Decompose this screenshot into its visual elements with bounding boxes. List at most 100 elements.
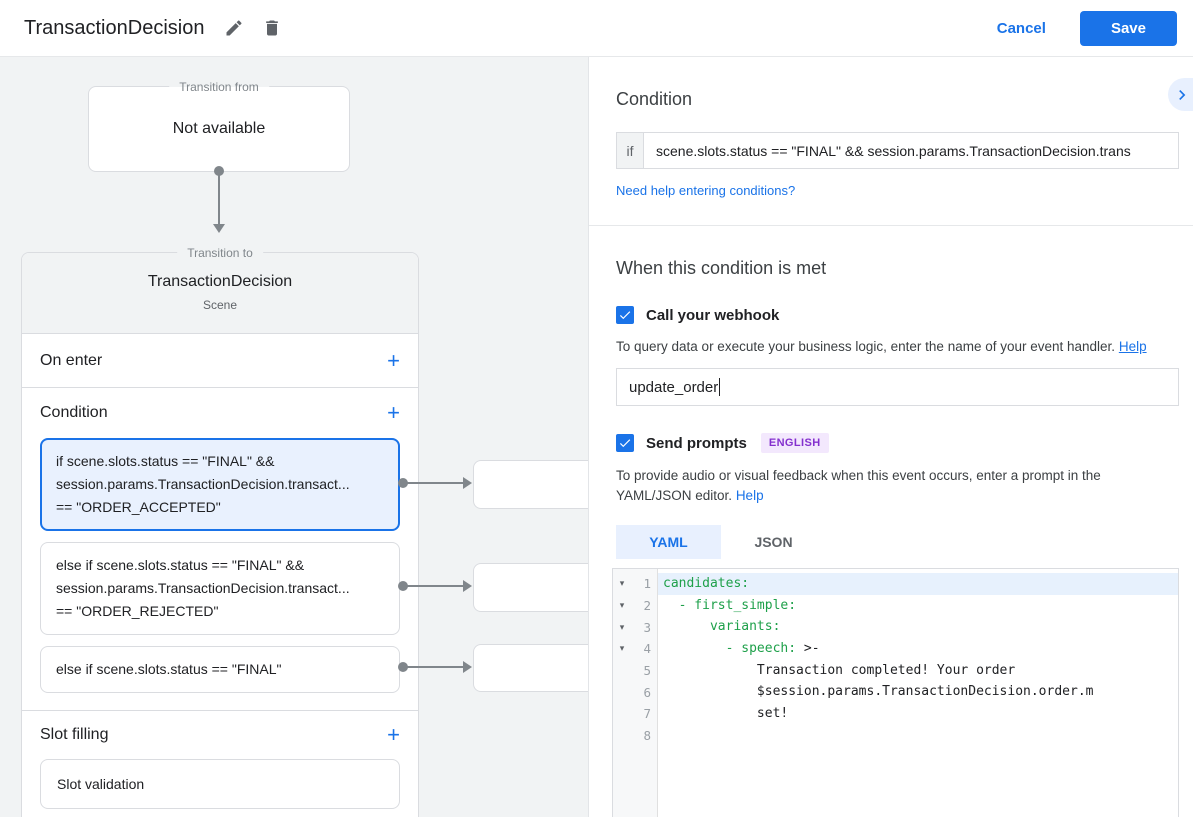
scene-type-label: Scene (22, 298, 418, 312)
transition-from-content: Not available (89, 87, 349, 171)
page-title: TransactionDecision (24, 17, 204, 40)
line-number: 7 (631, 706, 657, 721)
if-prefix-label: if (616, 132, 643, 169)
send-prompts-checkbox[interactable] (616, 434, 634, 452)
save-button[interactable]: Save (1080, 11, 1177, 46)
code-line: $session.params.TransactionDecision.orde… (658, 681, 1178, 703)
editor-gutter-row: 8 (613, 725, 657, 747)
on-enter-label: On enter (40, 352, 102, 370)
editor-code[interactable]: candidates: - first_simple: variants: - … (658, 569, 1178, 817)
transition-target-box-3[interactable] (473, 644, 588, 692)
code-token-key: - first_simple: (679, 598, 796, 613)
line-number: 3 (631, 620, 657, 635)
condition-help-link[interactable]: Need help entering conditions? (616, 183, 795, 198)
condition-expression-section: Condition if Need help entering conditio… (589, 57, 1193, 226)
language-badge: ENGLISH (761, 433, 829, 453)
editor-gutter-row: ▾1 (613, 573, 657, 595)
top-bar: TransactionDecision Cancel Save (0, 0, 1193, 57)
editor-gutter-row: ▾4 (613, 638, 657, 660)
chevron-right-icon (1172, 85, 1192, 105)
webhook-help-link[interactable]: Help (1119, 339, 1147, 354)
checkmark-icon (618, 436, 632, 450)
scene-header: TransactionDecision Scene (22, 253, 418, 334)
transition-from-label: Transition from (169, 78, 269, 96)
prompts-description: To provide audio or visual feedback when… (616, 466, 1179, 506)
line-number: 5 (631, 663, 657, 678)
transition-target-box-1[interactable] (473, 460, 588, 509)
condition-card-1[interactable]: if scene.slots.status == "FINAL" && sess… (40, 438, 400, 531)
transition-target-box-2[interactable] (473, 563, 588, 612)
line-number: 2 (631, 598, 657, 613)
prompts-help-link[interactable]: Help (736, 488, 764, 503)
slot-filling-label: Slot filling (40, 726, 108, 744)
delete-scene-button[interactable] (260, 16, 284, 40)
fold-arrow-icon[interactable]: ▾ (613, 578, 631, 589)
condition-card-line: == "ORDER_REJECTED" (56, 600, 384, 623)
call-webhook-checkbox[interactable] (616, 306, 634, 324)
slot-filling-row: Slot filling + (22, 711, 418, 759)
transition-to-box: Transition to TransactionDecision Scene … (21, 252, 419, 817)
editor-gutter-row: ▾2 (613, 595, 657, 617)
when-met-heading: When this condition is met (616, 258, 1179, 279)
add-on-enter-button[interactable]: + (387, 350, 400, 372)
code-line: set! (658, 703, 1178, 725)
condition-card-line: session.params.TransactionDecision.trans… (56, 473, 384, 496)
edit-scene-button[interactable] (222, 16, 246, 40)
condition-card-2[interactable]: else if scene.slots.status == "FINAL" &&… (40, 542, 400, 635)
on-enter-row: On enter + (22, 334, 418, 388)
transition-to-label: Transition to (177, 244, 263, 262)
line-number: 4 (631, 641, 657, 656)
editor-gutter: ▾1▾2▾3▾45678 (613, 569, 658, 817)
fold-arrow-icon[interactable]: ▾ (613, 622, 631, 633)
add-condition-button[interactable]: + (387, 402, 400, 424)
code-token-key: - speech: (726, 641, 796, 656)
scene-name: TransactionDecision (22, 273, 418, 291)
code-token-plain: >- (796, 641, 819, 656)
editor-gutter-row: 5 (613, 660, 657, 682)
condition-section: Condition + if scene.slots.status == "FI… (22, 388, 418, 711)
editor-gutter-row: 6 (613, 681, 657, 703)
condition-header-row: Condition + (22, 388, 418, 438)
editor-gutter-row: ▾3 (613, 616, 657, 638)
scene-flow-canvas: Transition from Not available Transition… (0, 57, 588, 817)
code-token-plain: set! (663, 706, 788, 721)
code-token-plain (663, 598, 679, 613)
code-token-plain: Transaction completed! Your order (663, 663, 1015, 678)
transition-from-box: Transition from Not available (88, 86, 350, 172)
line-number: 1 (631, 576, 657, 591)
code-token-key: candidates: (663, 576, 749, 591)
add-slot-button[interactable]: + (387, 724, 400, 746)
collapse-panel-button[interactable] (1168, 78, 1193, 111)
line-number: 8 (631, 728, 657, 743)
fold-arrow-icon[interactable]: ▾ (613, 600, 631, 611)
webhook-handler-input[interactable]: update_order (616, 368, 1179, 406)
code-token-key: variants: (710, 619, 780, 634)
code-line: Transaction completed! Your order (658, 660, 1178, 682)
fold-arrow-icon[interactable]: ▾ (613, 643, 631, 654)
cancel-button[interactable]: Cancel (981, 12, 1062, 45)
condition-section-label: Condition (40, 404, 108, 422)
line-number: 6 (631, 685, 657, 700)
condition-editor-panel: Condition if Need help entering conditio… (588, 57, 1193, 817)
condition-card-line: else if scene.slots.status == "FINAL" && (56, 554, 384, 577)
tab-json[interactable]: JSON (721, 525, 826, 559)
tab-yaml[interactable]: YAML (616, 525, 721, 559)
code-token-plain: $session.params.TransactionDecision.orde… (663, 684, 1093, 699)
webhook-description: To query data or execute your business l… (616, 337, 1179, 357)
when-met-section: When this condition is met Call your web… (589, 226, 1193, 817)
code-line: candidates: (658, 573, 1178, 595)
editor-format-tabs: YAML JSON (616, 525, 1179, 559)
webhook-handler-value: update_order (629, 379, 718, 396)
condition-expression-input[interactable] (643, 132, 1179, 169)
text-cursor (719, 378, 720, 396)
code-token-plain (663, 641, 726, 656)
pencil-icon (224, 18, 244, 38)
code-line: - first_simple: (658, 595, 1178, 617)
condition-card-3[interactable]: else if scene.slots.status == "FINAL" (40, 646, 400, 693)
prompt-code-editor[interactable]: ▾1▾2▾3▾45678 candidates: - first_simple:… (612, 568, 1179, 817)
code-line (658, 725, 1178, 747)
send-prompts-label: Send prompts (646, 435, 747, 452)
checkmark-icon (618, 308, 632, 322)
condition-card-line: session.params.TransactionDecision.trans… (56, 577, 384, 600)
slot-validation-card[interactable]: Slot validation (40, 759, 400, 809)
